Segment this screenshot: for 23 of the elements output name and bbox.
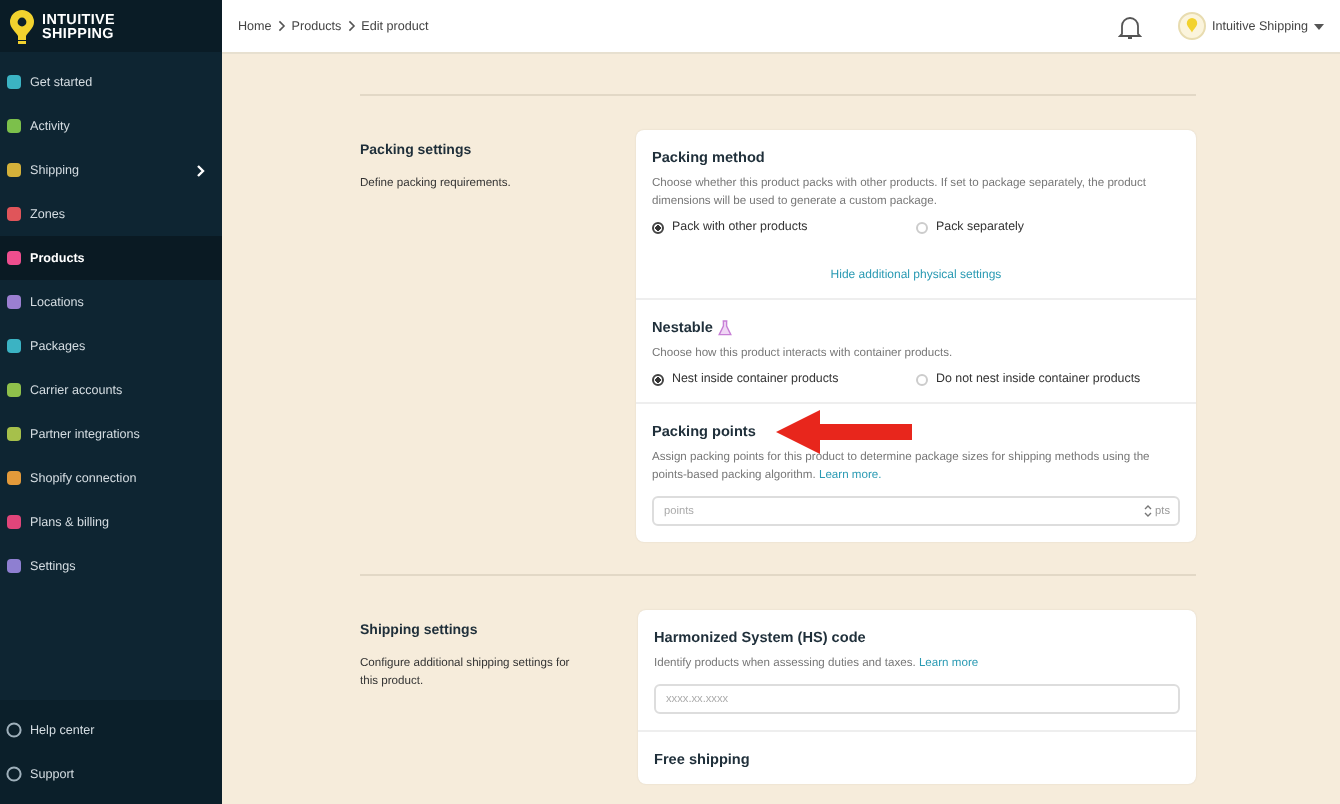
stepper-icon[interactable] — [1143, 504, 1152, 518]
square-icon — [6, 514, 22, 530]
square-icon — [6, 162, 22, 178]
square-icon — [6, 74, 22, 90]
avatar-icon — [1178, 12, 1207, 40]
square-icon — [6, 118, 22, 134]
radio-button[interactable] — [652, 221, 664, 233]
square-icon — [6, 558, 22, 574]
bell-icon[interactable] — [1118, 13, 1143, 39]
square-icon — [6, 382, 22, 398]
radio-button[interactable] — [652, 373, 664, 385]
square-icon — [6, 206, 22, 222]
square-icon — [6, 470, 22, 486]
square-icon — [6, 426, 22, 442]
pin-logo-icon — [8, 7, 36, 45]
caret-icon — [1314, 23, 1324, 29]
square-icon — [6, 338, 22, 354]
square-icon — [6, 294, 22, 310]
separator-icon — [277, 20, 286, 32]
square-icon — [6, 250, 22, 266]
separator-icon — [347, 20, 356, 32]
circle-icon — [6, 722, 22, 738]
circle-icon — [6, 766, 22, 782]
